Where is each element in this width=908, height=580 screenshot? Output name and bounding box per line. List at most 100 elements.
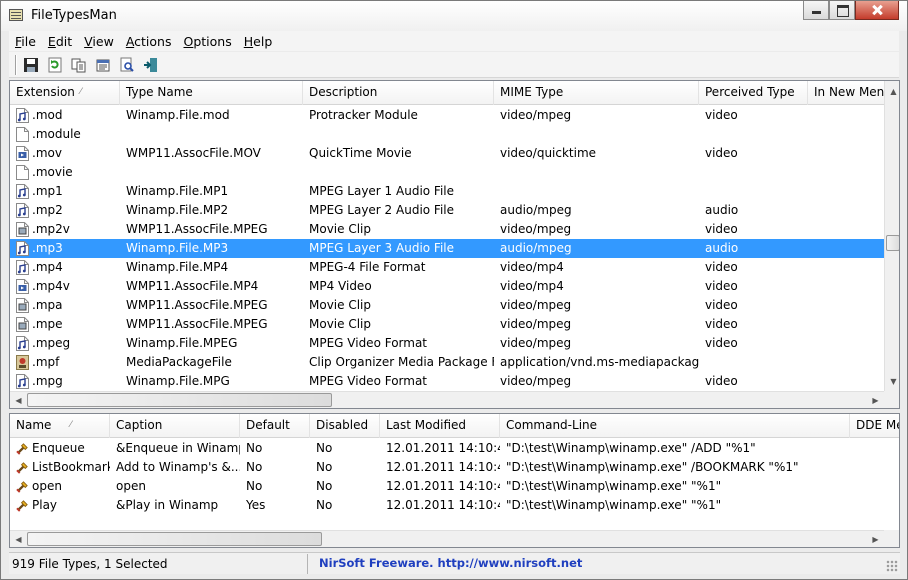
extension-cell: .movie bbox=[10, 163, 120, 182]
column-header-description[interactable]: Description bbox=[303, 81, 494, 105]
caption-cell: &Enqueue in Winamp bbox=[116, 441, 240, 455]
toolbar bbox=[9, 52, 899, 78]
save-button[interactable] bbox=[21, 55, 41, 75]
actions-list[interactable]: Name ⁄ Caption Default Disabled Last Modified… bbox=[9, 413, 900, 548]
perceived-type-cell: video bbox=[705, 146, 738, 160]
scroll-down-arrow[interactable]: ▼ bbox=[885, 373, 899, 390]
file-type-row[interactable]: .module bbox=[10, 125, 884, 144]
column-header-extension[interactable]: Extension ⁄ bbox=[10, 81, 120, 105]
default-cell: Yes bbox=[246, 498, 266, 512]
file-type-row[interactable]: .mod Winamp.File.mod Protracker Module vide… bbox=[10, 106, 884, 125]
find-button[interactable] bbox=[117, 55, 137, 75]
column-header-name[interactable]: Name ⁄ bbox=[10, 414, 110, 438]
perceived-type-cell bbox=[699, 125, 808, 144]
file-type-row[interactable]: .mov WMP11.AssocFile.MOV QuickTime Movie vi… bbox=[10, 144, 884, 163]
caption-buttons bbox=[803, 1, 899, 21]
scroll-left-arrow[interactable]: ◀ bbox=[10, 531, 27, 547]
command-line-cell: "D:\test\Winamp\winamp.exe" /ADD "%1" bbox=[506, 441, 756, 455]
close-button[interactable] bbox=[855, 1, 899, 20]
column-header-dde-mes[interactable]: DDE Mes bbox=[850, 414, 899, 438]
file-type-row[interactable]: .mpf MediaPackageFile Clip Organizer Media… bbox=[10, 353, 884, 372]
extension-cell: .mp4v bbox=[10, 277, 120, 296]
file-type-row[interactable]: .movie bbox=[10, 163, 884, 182]
file-type-row[interactable]: .mp1 Winamp.File.MP1 MPEG Layer 1 Audio Fi… bbox=[10, 182, 884, 201]
actions-hscroll[interactable]: ◀ ▶ bbox=[10, 530, 884, 547]
menu-options[interactable]: Options bbox=[178, 34, 238, 49]
column-header-perceived-type[interactable]: Perceived Type bbox=[699, 81, 808, 105]
column-header-label: In New Menu bbox=[814, 85, 888, 99]
scroll-right-arrow[interactable]: ▶ bbox=[867, 531, 884, 547]
audio-file-icon bbox=[16, 374, 29, 389]
extension-cell: .mod bbox=[10, 106, 120, 125]
menu-edit[interactable]: Edit bbox=[42, 34, 78, 49]
file-types-hscroll[interactable]: ◀ ▶ bbox=[10, 391, 884, 408]
hscroll-thumb[interactable] bbox=[27, 532, 322, 546]
description-cell: MPEG Layer 1 Audio File bbox=[309, 184, 455, 198]
mime-type-cell: video/mpeg bbox=[500, 336, 572, 350]
default-cell: No bbox=[246, 460, 263, 474]
mime-type-cell: video/mpeg bbox=[500, 298, 572, 312]
status-count: 919 File Types, 1 Selected bbox=[10, 554, 308, 574]
app-icon bbox=[9, 9, 23, 21]
menu-file[interactable]: File bbox=[9, 34, 42, 49]
scroll-left-arrow[interactable]: ◀ bbox=[10, 392, 27, 408]
column-header-last-modified[interactable]: Last Modified bbox=[380, 414, 500, 438]
column-header-caption[interactable]: Caption bbox=[110, 414, 240, 438]
scroll-up-arrow[interactable]: ▲ bbox=[885, 83, 899, 100]
description-cell: MPEG Layer 2 Audio File bbox=[309, 203, 455, 217]
menu-view[interactable]: View bbox=[78, 34, 120, 49]
exit-button[interactable] bbox=[141, 55, 161, 75]
type-name-cell: WMP11.AssocFile.MPEG bbox=[126, 222, 268, 236]
extension-text: .mp3 bbox=[32, 241, 63, 255]
type-name-cell bbox=[120, 125, 303, 144]
movie-file-icon bbox=[16, 298, 29, 313]
extension-text: .mod bbox=[32, 108, 63, 122]
file-type-row[interactable]: .mp3 Winamp.File.MP3 MPEG Layer 3 Audio Fi… bbox=[10, 239, 884, 258]
action-icon bbox=[16, 481, 28, 493]
file-type-row[interactable]: .mp2 Winamp.File.MP2 MPEG Layer 2 Audio Fi… bbox=[10, 201, 884, 220]
column-header-command-line[interactable]: Command-Line bbox=[500, 414, 850, 438]
copy-button[interactable] bbox=[69, 55, 89, 75]
description-cell: Movie Clip bbox=[309, 317, 371, 331]
action-name-cell: ListBookmark bbox=[10, 458, 110, 477]
scroll-right-arrow[interactable]: ▶ bbox=[867, 392, 884, 408]
resize-grip[interactable] bbox=[886, 560, 898, 572]
file-type-row[interactable]: .mp4v WMP11.AssocFile.MP4 MP4 Video video/m… bbox=[10, 277, 884, 296]
title-bar[interactable]: FileTypesMan bbox=[1, 1, 907, 31]
menu-help[interactable]: Help bbox=[238, 34, 279, 49]
action-row[interactable]: ListBookmark Add to Winamp's &... No No 12.0… bbox=[10, 458, 884, 477]
column-header-type-name[interactable]: Type Name bbox=[120, 81, 303, 105]
description-cell: MP4 Video bbox=[309, 279, 372, 293]
file-types-vscroll[interactable]: ▲ ▼ bbox=[884, 81, 899, 391]
movie-file-icon bbox=[16, 222, 29, 237]
properties-button[interactable] bbox=[93, 55, 113, 75]
file-type-row[interactable]: .mpeg Winamp.File.MPEG MPEG Video Format vi… bbox=[10, 334, 884, 353]
file-type-row[interactable]: .mp4 Winamp.File.MP4 MPEG-4 File Format vid… bbox=[10, 258, 884, 277]
description-cell: MPEG Video Format bbox=[309, 374, 428, 388]
file-type-row[interactable]: .mpg Winamp.File.MPG MPEG Video Format vide… bbox=[10, 372, 884, 391]
minimize-button[interactable] bbox=[803, 1, 829, 20]
maximize-button[interactable] bbox=[829, 1, 855, 20]
refresh-button[interactable] bbox=[45, 55, 65, 75]
app-window: FileTypesMan File Edit View Actions Options H… bbox=[0, 0, 908, 580]
action-name-text: Enqueue bbox=[32, 441, 85, 455]
action-row[interactable]: Play &Play in Winamp Yes No 12.01.2011 14:10… bbox=[10, 496, 884, 515]
default-cell: No bbox=[246, 479, 263, 493]
column-header-in-new-menu[interactable]: In New Menu bbox=[808, 81, 888, 105]
action-row[interactable]: Enqueue &Enqueue in Winamp No No 12.01.2011 … bbox=[10, 439, 884, 458]
file-type-row[interactable]: .mpa WMP11.AssocFile.MPEG Movie Clip video/… bbox=[10, 296, 884, 315]
file-type-row[interactable]: .mp2v WMP11.AssocFile.MPEG Movie Clip video… bbox=[10, 220, 884, 239]
extension-cell: .mpe bbox=[10, 315, 120, 334]
column-header-default[interactable]: Default bbox=[240, 414, 310, 438]
extension-cell: .mp2v bbox=[10, 220, 120, 239]
nirsoft-link[interactable]: NirSoft Freeware. http://www.nirsoft.net bbox=[311, 554, 582, 574]
file-types-list[interactable]: Extension ⁄ Type Name Description MIME Type P… bbox=[9, 80, 900, 409]
file-type-row[interactable]: .mpe WMP11.AssocFile.MPEG Movie Clip video/… bbox=[10, 315, 884, 334]
column-header-disabled[interactable]: Disabled bbox=[310, 414, 380, 438]
menu-actions[interactable]: Actions bbox=[120, 34, 178, 49]
action-row[interactable]: open open No No 12.01.2011 14:10:41 "D:\test\… bbox=[10, 477, 884, 496]
hscroll-thumb[interactable] bbox=[27, 393, 332, 407]
column-header-mime-type[interactable]: MIME Type bbox=[494, 81, 699, 105]
vscroll-thumb[interactable] bbox=[886, 235, 899, 251]
sort-arrow-icon: ⁄ bbox=[80, 87, 82, 97]
